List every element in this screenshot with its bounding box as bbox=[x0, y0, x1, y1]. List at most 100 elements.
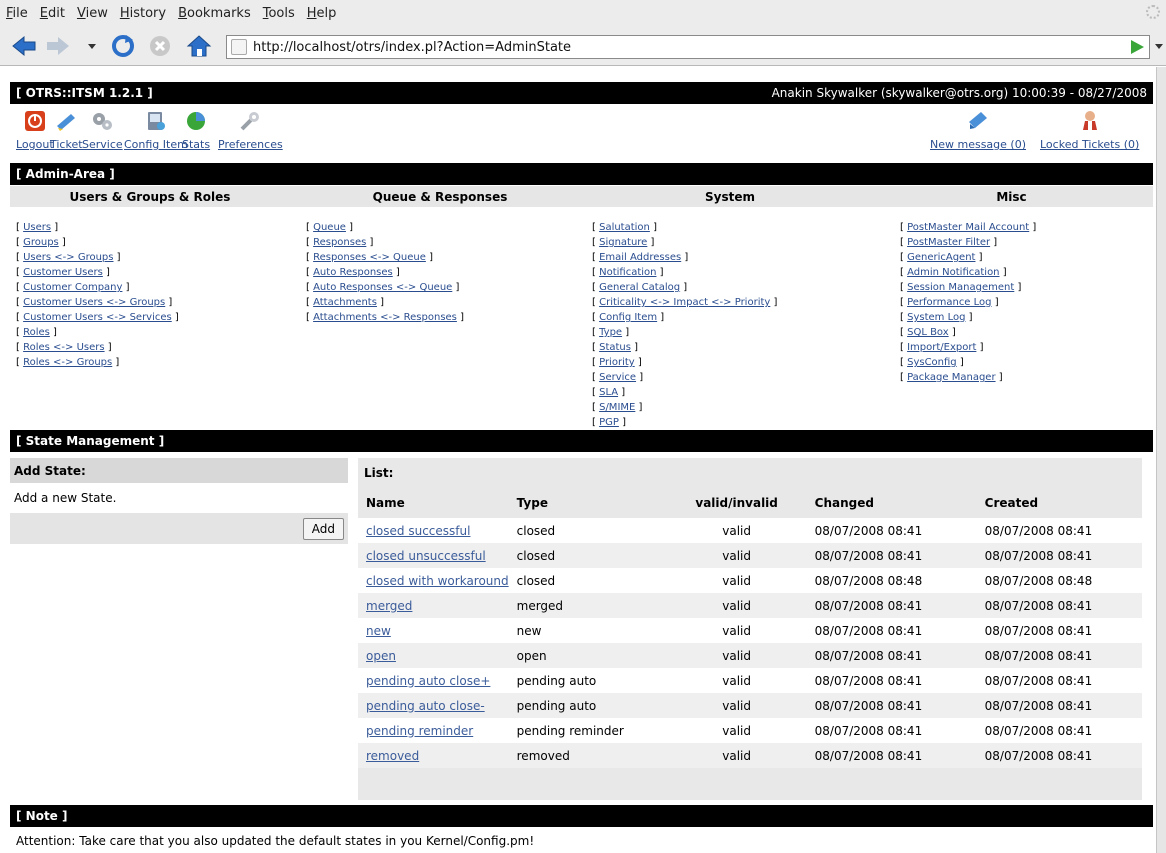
admin-link[interactable]: Responses <-> Queue bbox=[313, 252, 426, 263]
admin-link[interactable]: Salutation bbox=[599, 222, 650, 233]
admin-link[interactable]: Groups bbox=[23, 237, 59, 248]
add-button[interactable]: Add bbox=[302, 517, 344, 540]
admin-link[interactable]: Service bbox=[599, 372, 636, 383]
forward-icon[interactable] bbox=[44, 34, 72, 58]
toolbar-config-item[interactable]: Config Item bbox=[124, 110, 188, 151]
menu-edit[interactable]: Edit bbox=[40, 6, 65, 21]
admin-link[interactable]: Roles <-> Users bbox=[23, 342, 104, 353]
go-icon[interactable] bbox=[1129, 39, 1145, 55]
state-name-cell: pending auto close+ bbox=[358, 668, 509, 693]
toolbar-label[interactable]: Ticket bbox=[50, 138, 83, 151]
toolbar-label[interactable]: Preferences bbox=[218, 138, 283, 151]
admin-link[interactable]: Status bbox=[599, 342, 631, 353]
url-dropdown-icon[interactable] bbox=[1153, 34, 1165, 58]
state-management-bar: [ State Management ] bbox=[10, 430, 1153, 452]
toolbar-locked-tickets[interactable]: Locked Tickets (0) bbox=[1040, 110, 1139, 151]
admin-link-item: [ Import/Export ] bbox=[900, 342, 984, 353]
admin-link[interactable]: Auto Responses <-> Queue bbox=[313, 282, 452, 293]
history-dropdown-icon[interactable] bbox=[84, 34, 100, 58]
menu-help[interactable]: Help bbox=[307, 6, 337, 21]
vertical-scrollbar[interactable] bbox=[1156, 67, 1166, 853]
admin-link[interactable]: Customer Company bbox=[23, 282, 122, 293]
admin-link[interactable]: Notification bbox=[599, 267, 656, 278]
toolbar-label[interactable]: Service bbox=[82, 138, 123, 151]
menu-tools[interactable]: Tools bbox=[263, 6, 295, 21]
admin-link[interactable]: PostMaster Filter bbox=[907, 237, 990, 248]
admin-link-item: [ Status ] bbox=[592, 342, 639, 353]
menu-file[interactable]: File bbox=[6, 6, 28, 21]
toolbar-label[interactable]: New message (0) bbox=[930, 138, 1026, 151]
state-name-link[interactable]: pending reminder bbox=[366, 724, 473, 738]
admin-link[interactable]: Criticality <-> Impact <-> Priority bbox=[599, 297, 770, 308]
admin-link[interactable]: SysConfig bbox=[907, 357, 957, 368]
table-row: pending reminder pending reminder valid 08/… bbox=[358, 718, 1142, 743]
admin-link[interactable]: Queue bbox=[313, 222, 346, 233]
stop-icon[interactable] bbox=[146, 34, 174, 58]
admin-link[interactable]: Type bbox=[599, 327, 622, 338]
toolbar-label[interactable]: Config Item bbox=[124, 138, 188, 151]
toolbar-label[interactable]: Logout bbox=[16, 138, 54, 151]
state-name-link[interactable]: closed successful bbox=[366, 524, 470, 538]
state-valid-cell: valid bbox=[666, 668, 807, 693]
admin-link-item: [ Auto Responses ] bbox=[306, 267, 400, 278]
admin-link[interactable]: S/MIME bbox=[599, 402, 635, 413]
state-name-link[interactable]: removed bbox=[366, 749, 419, 763]
admin-link[interactable]: Attachments <-> Responses bbox=[313, 312, 457, 323]
admin-link[interactable]: SLA bbox=[599, 387, 618, 398]
admin-link[interactable]: Users <-> Groups bbox=[23, 252, 113, 263]
admin-link[interactable]: Session Management bbox=[907, 282, 1014, 293]
admin-link[interactable]: Admin Notification bbox=[907, 267, 999, 278]
menu-view[interactable]: View bbox=[77, 6, 108, 21]
admin-link[interactable]: Import/Export bbox=[907, 342, 976, 353]
admin-link[interactable]: Performance Log bbox=[907, 297, 991, 308]
admin-link[interactable]: Package Manager bbox=[907, 372, 995, 383]
toolbar-service[interactable]: Service bbox=[82, 110, 123, 151]
admin-link[interactable]: Signature bbox=[599, 237, 647, 248]
admin-link[interactable]: General Catalog bbox=[599, 282, 680, 293]
state-valid-cell: valid bbox=[666, 593, 807, 618]
state-name-link[interactable]: open bbox=[366, 649, 396, 663]
admin-link[interactable]: Attachments bbox=[313, 297, 377, 308]
column-header-name: Name bbox=[366, 496, 405, 510]
admin-link[interactable]: Email Addresses bbox=[599, 252, 681, 263]
preferences-icon bbox=[239, 110, 261, 132]
url-bar[interactable]: http://localhost/otrs/index.pl?Action=Ad… bbox=[226, 35, 1150, 59]
toolbar-label[interactable]: Stats bbox=[182, 138, 210, 151]
state-valid-cell: valid bbox=[666, 518, 807, 543]
admin-link[interactable]: Customer Users bbox=[23, 267, 103, 278]
toolbar-new-message[interactable]: New message (0) bbox=[930, 110, 1026, 151]
admin-link[interactable]: Priority bbox=[599, 357, 635, 368]
admin-area-bar: [ Admin-Area ] bbox=[10, 163, 1153, 185]
admin-link[interactable]: Roles bbox=[23, 327, 50, 338]
back-icon[interactable] bbox=[10, 34, 38, 58]
admin-link[interactable]: Auto Responses bbox=[313, 267, 393, 278]
toolbar-logout[interactable]: Logout bbox=[16, 110, 54, 151]
toolbar-stats[interactable]: Stats bbox=[182, 110, 210, 151]
toolbar-preferences[interactable]: Preferences bbox=[218, 110, 283, 151]
state-name-link[interactable]: closed unsuccessful bbox=[366, 549, 486, 563]
state-name-link[interactable]: pending auto close+ bbox=[366, 674, 490, 688]
state-name-link[interactable]: closed with workaround bbox=[366, 574, 509, 588]
admin-link[interactable]: Customer Users <-> Groups bbox=[23, 297, 165, 308]
home-icon[interactable] bbox=[184, 34, 214, 58]
admin-link[interactable]: GenericAgent bbox=[907, 252, 975, 263]
admin-link[interactable]: PGP bbox=[599, 417, 619, 428]
admin-link[interactable]: Users bbox=[23, 222, 51, 233]
admin-link[interactable]: Customer Users <-> Services bbox=[23, 312, 172, 323]
admin-link[interactable]: SQL Box bbox=[907, 327, 949, 338]
menu-history[interactable]: History bbox=[120, 6, 166, 21]
admin-link[interactable]: Config Item bbox=[599, 312, 657, 323]
state-name-link[interactable]: merged bbox=[366, 599, 412, 613]
state-changed-cell: 08/07/2008 08:41 bbox=[806, 693, 977, 718]
reload-icon[interactable] bbox=[108, 34, 138, 58]
toolbar-label[interactable]: Locked Tickets (0) bbox=[1040, 138, 1139, 151]
admin-link[interactable]: PostMaster Mail Account bbox=[907, 222, 1029, 233]
admin-link[interactable]: System Log bbox=[907, 312, 965, 323]
admin-link[interactable]: Responses bbox=[313, 237, 366, 248]
state-name-link[interactable]: pending auto close- bbox=[366, 699, 485, 713]
toolbar-ticket[interactable]: Ticket bbox=[50, 110, 83, 151]
state-table: Name Type valid/invalid Changed Created … bbox=[358, 488, 1142, 768]
state-name-link[interactable]: new bbox=[366, 624, 391, 638]
admin-link[interactable]: Roles <-> Groups bbox=[23, 357, 112, 368]
menu-bookmarks[interactable]: Bookmarks bbox=[178, 6, 251, 21]
